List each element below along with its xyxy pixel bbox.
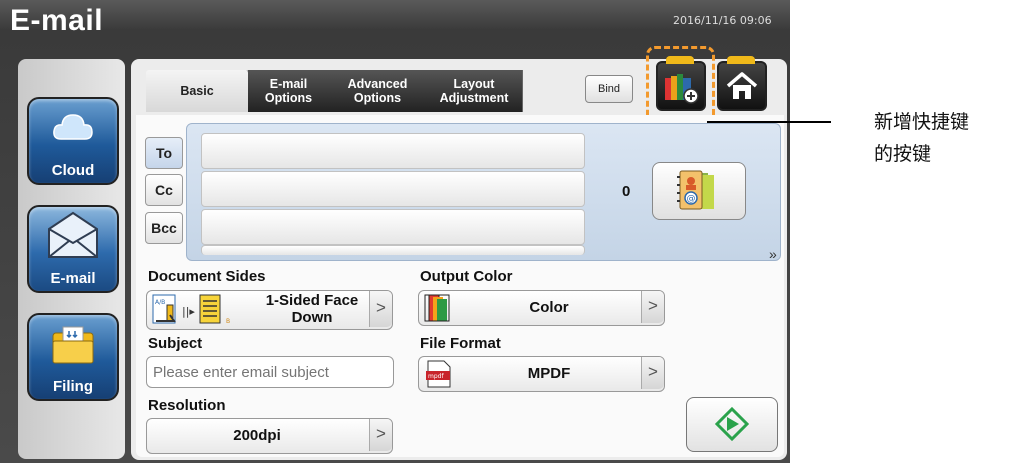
chevron-right-icon: > xyxy=(369,291,392,327)
chevron-right-icon: > xyxy=(641,357,664,389)
output-color-select[interactable]: Color > xyxy=(418,290,665,326)
address-book-button[interactable]: @ xyxy=(652,162,746,220)
sidebar-item-label: E-mail xyxy=(50,270,96,287)
sidebar: Cloud E-mail Filing xyxy=(18,59,125,459)
document-sides-select[interactable]: A/B ||▸ B 1-Sided Face Down > xyxy=(146,290,393,330)
start-icon xyxy=(715,407,749,441)
highlight-box xyxy=(646,46,715,124)
color-icon xyxy=(424,294,450,322)
file-format-value: MPDF xyxy=(527,365,571,382)
tab-layout-adjustment[interactable]: Layout Adjustment xyxy=(426,70,523,112)
resolution-label: Resolution xyxy=(148,397,226,414)
tab-email-options[interactable]: E-mail Options xyxy=(248,70,330,112)
sidebar-item-label: Cloud xyxy=(51,162,95,179)
recipient-count: 0 xyxy=(622,183,631,200)
datetime: 2016/11/16 09:06 xyxy=(673,14,772,27)
cloud-icon xyxy=(53,114,93,140)
scanner-screen: E-mail 2016/11/16 09:06 Cloud E-mail Fil… xyxy=(0,0,790,463)
sidebar-item-filing[interactable]: Filing xyxy=(27,313,119,401)
file-format-label: File Format xyxy=(420,335,501,352)
bind-button[interactable]: Bind xyxy=(585,75,633,103)
bcc-button[interactable]: Bcc xyxy=(145,212,183,244)
subject-label: Subject xyxy=(148,335,203,352)
sidebar-item-email[interactable]: E-mail xyxy=(27,205,119,293)
svg-text:B: B xyxy=(226,318,230,325)
to-field[interactable] xyxy=(201,133,585,169)
cc-field[interactable] xyxy=(201,171,585,207)
tab-basic[interactable]: Basic xyxy=(146,70,249,112)
address-book-icon: @ xyxy=(677,170,714,210)
app-title: E-mail xyxy=(10,4,104,37)
output-color-value: Color xyxy=(529,299,569,316)
sidebar-item-cloud[interactable]: Cloud xyxy=(27,97,119,185)
mpdf-badge: mpdf xyxy=(428,373,444,380)
tab-advanced-options[interactable]: Advanced Options xyxy=(329,70,427,112)
output-color-label: Output Color xyxy=(420,268,513,285)
bcc-field[interactable] xyxy=(201,209,585,245)
more-indicator[interactable]: » xyxy=(769,246,777,262)
document-sides-label: Document Sides xyxy=(148,268,266,285)
callout-line xyxy=(707,121,831,123)
chevron-right-icon: > xyxy=(369,419,392,451)
resolution-select[interactable]: 200dpi > xyxy=(146,418,393,454)
resolution-value: 200dpi xyxy=(233,427,281,444)
annotation-text: 新增快捷键 的按键 xyxy=(874,111,970,165)
svg-text:A/B: A/B xyxy=(155,299,165,306)
folder-icon xyxy=(52,326,94,364)
document-sides-value: 1-Sided Face Down xyxy=(265,292,359,326)
subject-input[interactable] xyxy=(146,356,394,388)
to-button[interactable]: To xyxy=(145,137,183,169)
start-button[interactable] xyxy=(686,397,778,452)
chevron-right-icon: > xyxy=(641,291,664,323)
svg-text:||▸: ||▸ xyxy=(182,305,195,318)
document-sides-icon: A/B ||▸ B xyxy=(152,294,230,325)
home-icon xyxy=(726,72,758,99)
file-format-select[interactable]: mpdf MPDF > xyxy=(418,356,665,392)
svg-text:@: @ xyxy=(687,194,696,204)
cc-button[interactable]: Cc xyxy=(145,174,183,206)
home-button[interactable] xyxy=(717,56,767,111)
envelope-icon xyxy=(48,211,98,258)
sidebar-item-label: Filing xyxy=(53,378,93,395)
